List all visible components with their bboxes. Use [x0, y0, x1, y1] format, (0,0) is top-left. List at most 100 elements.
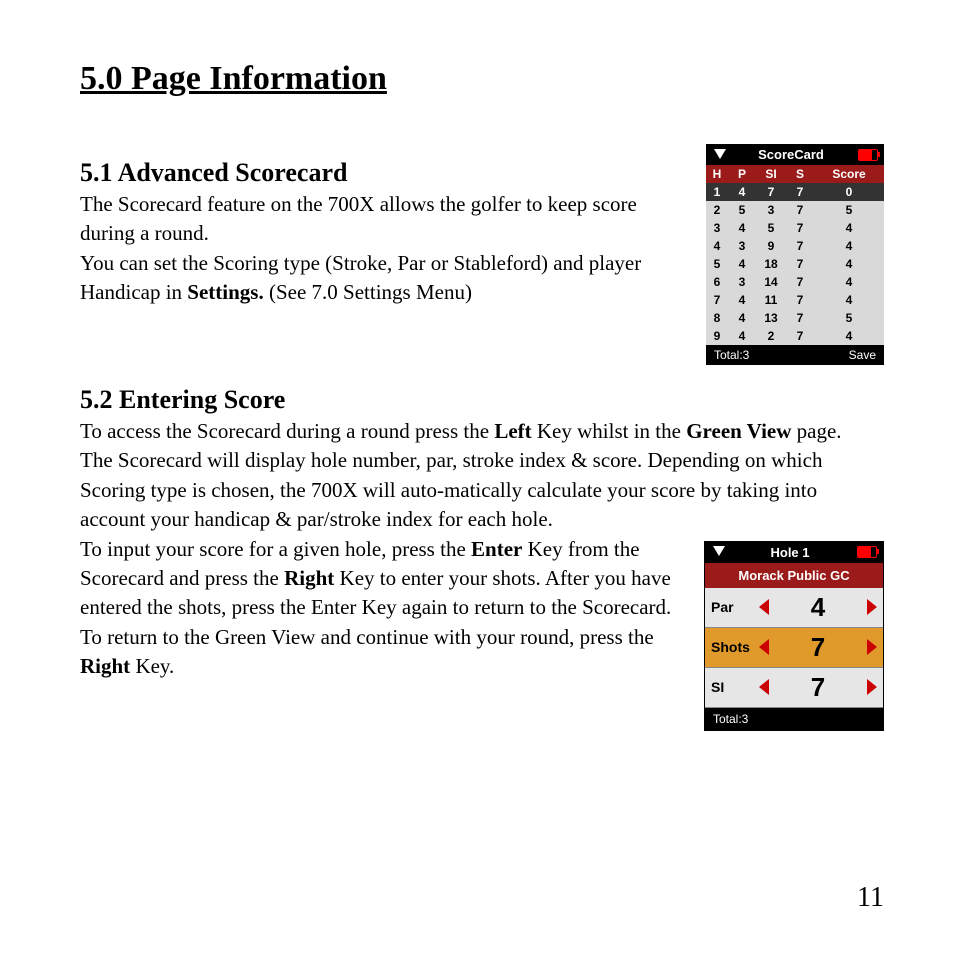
para-5-2-a: To access the Scorecard during a round p… — [80, 417, 884, 446]
cell-p: 4 — [728, 309, 756, 327]
text: To access the Scorecard during a round p… — [80, 419, 494, 443]
cell-h: 6 — [706, 273, 728, 291]
cell-score: 4 — [814, 273, 884, 291]
par-label: Par — [711, 599, 759, 615]
page-number: 11 — [857, 882, 884, 914]
col-h: H — [706, 165, 728, 183]
cell-h: 5 — [706, 255, 728, 273]
cell-s: 7 — [786, 183, 814, 201]
si-value: 7 — [775, 672, 861, 703]
right-arrow-icon[interactable] — [867, 679, 877, 695]
battery-icon — [858, 149, 878, 161]
cell-s: 7 — [786, 309, 814, 327]
cell-si: 2 — [756, 327, 786, 345]
section-5-2-lower: To input your score for a given hole, pr… — [80, 535, 884, 731]
cell-si: 11 — [756, 291, 786, 309]
cell-score: 4 — [814, 291, 884, 309]
battery-icon — [857, 546, 877, 558]
cell-si: 5 — [756, 219, 786, 237]
scorecard-titlebar: ScoreCard — [706, 144, 884, 165]
cell-score: 4 — [814, 327, 884, 345]
scorecard-title: ScoreCard — [724, 147, 858, 162]
cell-si: 9 — [756, 237, 786, 255]
cell-h: 7 — [706, 291, 728, 309]
col-si: SI — [756, 165, 786, 183]
text-bold: Right — [284, 566, 334, 590]
table-row: 14770 — [706, 183, 884, 201]
cell-s: 7 — [786, 291, 814, 309]
shots-label: Shots — [711, 639, 759, 655]
si-label: SI — [711, 679, 759, 695]
cell-score: 4 — [814, 237, 884, 255]
section-heading-5-1: 5.1 Advanced Scorecard — [80, 158, 686, 188]
table-row: 94274 — [706, 327, 884, 345]
shots-value: 7 — [775, 632, 861, 663]
right-arrow-icon[interactable] — [867, 599, 877, 615]
cell-si: 18 — [756, 255, 786, 273]
text: page. — [791, 419, 841, 443]
cell-h: 3 — [706, 219, 728, 237]
para-5-1-a: The Scorecard feature on the 700X allows… — [80, 190, 686, 249]
left-arrow-icon[interactable] — [759, 679, 769, 695]
table-row: 541874 — [706, 255, 884, 273]
cell-h: 9 — [706, 327, 728, 345]
cell-s: 7 — [786, 237, 814, 255]
total-label: Total:3 — [714, 348, 749, 362]
signal-icon — [712, 149, 724, 161]
col-p: P — [728, 165, 756, 183]
cell-p: 4 — [728, 327, 756, 345]
cell-s: 7 — [786, 219, 814, 237]
cell-p: 3 — [728, 237, 756, 255]
text: (See 7.0 Settings Menu) — [264, 280, 472, 304]
cell-s: 7 — [786, 273, 814, 291]
left-arrow-icon[interactable] — [759, 599, 769, 615]
par-value: 4 — [775, 592, 861, 623]
cell-si: 7 — [756, 183, 786, 201]
table-row: 43974 — [706, 237, 884, 255]
cell-si: 3 — [756, 201, 786, 219]
cell-score: 4 — [814, 219, 884, 237]
text-bold: Enter — [471, 537, 522, 561]
shots-row: Shots 7 — [705, 628, 883, 668]
text-bold: Left — [494, 419, 531, 443]
table-row: 741174 — [706, 291, 884, 309]
left-arrow-icon[interactable] — [759, 639, 769, 655]
si-row: SI 7 — [705, 668, 883, 708]
cell-s: 7 — [786, 201, 814, 219]
page-title: 5.0 Page Information — [80, 60, 884, 98]
scorecard-screenshot: ScoreCard H P SI S Score 147702537534574… — [706, 144, 884, 365]
par-row: Par 4 — [705, 588, 883, 628]
text: Key whilst in the — [532, 419, 687, 443]
scorecard-footer: Total:3 Save — [706, 345, 884, 365]
text-bold: Settings. — [187, 280, 263, 304]
hole-titlebar: Hole 1 — [705, 542, 883, 563]
text-bold: Green View — [686, 419, 791, 443]
right-arrow-icon[interactable] — [867, 639, 877, 655]
col-s: S — [786, 165, 814, 183]
text: To input your score for a given hole, pr… — [80, 537, 471, 561]
cell-si: 14 — [756, 273, 786, 291]
cell-p: 4 — [728, 255, 756, 273]
col-score: Score — [814, 165, 884, 183]
cell-p: 3 — [728, 273, 756, 291]
table-row: 34574 — [706, 219, 884, 237]
section-heading-5-2: 5.2 Entering Score — [80, 385, 884, 415]
para-5-2-c: To input your score for a given hole, pr… — [80, 535, 684, 682]
cell-h: 4 — [706, 237, 728, 255]
cell-score: 5 — [814, 309, 884, 327]
table-row: 841375 — [706, 309, 884, 327]
cell-p: 4 — [728, 291, 756, 309]
hole-entry-screenshot: Hole 1 Morack Public GC Par 4 Shots 7 SI… — [704, 541, 884, 731]
cell-si: 13 — [756, 309, 786, 327]
save-label[interactable]: Save — [849, 348, 876, 362]
cell-p: 5 — [728, 201, 756, 219]
table-row: 631474 — [706, 273, 884, 291]
manual-page: 5.0 Page Information 5.1 Advanced Scorec… — [0, 0, 954, 954]
cell-p: 4 — [728, 219, 756, 237]
cell-s: 7 — [786, 327, 814, 345]
cell-h: 1 — [706, 183, 728, 201]
cell-s: 7 — [786, 255, 814, 273]
hole-title: Hole 1 — [723, 545, 857, 560]
hole-footer: Total:3 — [705, 708, 883, 730]
para-5-1-b: You can set the Scoring type (Stroke, Pa… — [80, 249, 686, 308]
